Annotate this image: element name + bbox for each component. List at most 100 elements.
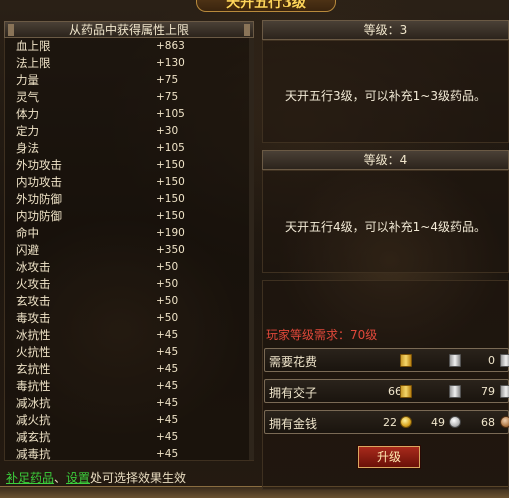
attribute-row: 毒抗性 +45 [16,378,216,395]
attribute-value: +45 [156,346,179,358]
gold-jiaozi-icon [400,385,412,398]
attribute-row: 减冰抗 +45 [16,395,216,412]
attribute-name: 毒攻击 [16,311,51,325]
attribute-value: +50 [156,295,179,307]
attribute-value: +105 [156,108,185,120]
attribute-row: 体力 +105 [16,106,216,123]
cost-row: 需要花费 8 0 0 [264,348,509,372]
attribute-row: 血上限 +863 [16,38,216,55]
attribute-name: 身法 [16,141,39,155]
attribute-name: 闪避 [16,243,39,257]
attribute-name: 玄抗性 [16,362,51,376]
attribute-name: 减玄抗 [16,430,51,444]
attribute-name: 内功防御 [16,209,62,223]
settings-link[interactable]: 设置 [66,471,90,485]
attribute-name: 减毒抗 [16,447,51,461]
attribute-value: +45 [156,414,179,426]
owned-money-silver: 49 [431,416,445,429]
attribute-row: 减玄抗 +45 [16,429,216,446]
attribute-row: 玄抗性 +45 [16,361,216,378]
attribute-row: 冰攻击 +50 [16,259,216,276]
attribute-value: +75 [156,74,179,86]
silver-jiaozi-icon [449,354,461,367]
footer-rest-text: 处可选择效果生效 [90,471,187,485]
footer-separator: 、 [54,471,67,485]
level-3-header: 等级：3 [262,20,509,40]
attribute-value: +50 [156,278,179,290]
attribute-name: 外功攻击 [16,158,62,172]
attribute-value: +75 [156,91,179,103]
attribute-row: 力量 +75 [16,72,216,89]
attribute-name: 定力 [16,124,39,138]
cost-value-copper: 0 [488,354,495,367]
attribute-row: 身法 +105 [16,140,216,157]
attribute-value: +45 [156,397,179,409]
attribute-name: 火抗性 [16,345,51,359]
attribute-row: 毒攻击 +50 [16,310,216,327]
attribute-value: +150 [156,210,185,222]
attribute-name: 冰攻击 [16,260,51,274]
window-title: 天开五行3级 [196,0,336,12]
attribute-name: 外功防御 [16,192,62,206]
attribute-value: +45 [156,363,179,375]
attribute-name: 火攻击 [16,277,51,291]
attribute-value: +130 [156,57,185,69]
attribute-value: +190 [156,227,185,239]
attribute-value: +105 [156,142,185,154]
attribute-row: 冰抗性 +45 [16,327,216,344]
owned-jiaozi-copper: 79 [481,385,495,398]
attribute-row: 命中 +190 [16,225,216,242]
attribute-row: 内功防御 +150 [16,208,216,225]
attribute-name: 法上限 [16,56,51,70]
attribute-row: 定力 +30 [16,123,216,140]
attribute-value: +150 [156,193,185,205]
attribute-value: +863 [156,40,185,52]
attribute-value: +150 [156,159,185,171]
owned-jiaozi-label: 拥有交子 [269,386,318,400]
attribute-value: +150 [156,176,185,188]
attribute-name: 力量 [16,73,39,87]
attribute-value: +45 [156,448,179,460]
attribute-value: +45 [156,380,179,392]
attribute-row: 灵气 +75 [16,89,216,106]
attribute-scrollbar[interactable] [249,38,254,460]
header-cap-right [244,24,250,36]
level-requirement: 玩家等级需求：70级 [266,328,378,342]
silver-coin-icon [449,416,461,428]
attribute-row: 减火抗 +45 [16,412,216,429]
attribute-value: +50 [156,261,179,273]
level-4-header: 等级：4 [262,150,509,170]
owned-money-gold: 22 [383,416,397,429]
attribute-row: 法上限 +130 [16,55,216,72]
header-cap-left [8,24,14,36]
silver-jiaozi-icon [449,385,461,398]
attribute-value: +350 [156,244,185,256]
attribute-row: 内功攻击 +150 [16,174,216,191]
attribute-row: 外功防御 +150 [16,191,216,208]
attribute-row: 外功攻击 +150 [16,157,216,174]
cost-label: 需要花费 [269,355,318,369]
level-4-description: 天开五行4级，可以补充1~4级药品。 [285,220,486,234]
level-3-description: 天开五行3级，可以补充1~3级药品。 [285,89,486,103]
upgrade-button[interactable]: 升级 [358,446,420,468]
silver-jiaozi-icon [500,385,509,398]
attribute-name: 减冰抗 [16,396,51,410]
silver-jiaozi-icon [500,354,509,367]
attribute-panel-header: 从药品中获得属性上限 [4,21,254,38]
attribute-name: 内功攻击 [16,175,62,189]
attribute-name: 冰抗性 [16,328,51,342]
attribute-value: +50 [156,312,179,324]
attribute-row: 减毒抗 +45 [16,446,216,463]
owned-money-row: 拥有金钱 22 49 68 [264,410,509,434]
owned-jiaozi-row: 拥有交子 665 0 79 [264,379,509,403]
footer-note: 补足药品、设置处可选择效果生效 [6,469,186,485]
attribute-row: 玄攻击 +50 [16,293,216,310]
attribute-value: +45 [156,329,179,341]
copper-coin-icon [500,416,509,428]
owned-money-copper: 68 [481,416,495,429]
attribute-row: 闪避 +350 [16,242,216,259]
attribute-name: 血上限 [16,39,51,53]
attribute-name: 减火抗 [16,413,51,427]
refill-medicine-link[interactable]: 补足药品 [6,471,54,485]
attribute-name: 玄攻击 [16,294,51,308]
